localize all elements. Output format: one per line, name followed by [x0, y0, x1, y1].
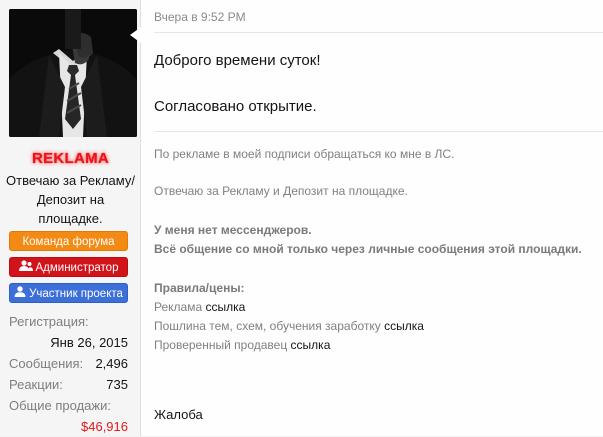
post-content: Вчера в 9:52 PM Доброго времени суток! С… [141, 0, 603, 436]
sales-value: $46,916 [81, 419, 128, 434]
stat-registration: Регистрация: [9, 311, 131, 332]
user-info-panel: REKLAMA Отвечаю за Рекламу/ Депозит на п… [0, 0, 141, 436]
header-divider [154, 32, 603, 33]
forum-post: REKLAMA Отвечаю за Рекламу/ Депозит на п… [0, 0, 603, 436]
signature-line-1: По рекламе в моей подписи обращаться ко … [154, 147, 455, 161]
stat-messages: Сообщения: 2,496 [9, 353, 131, 374]
signature-rules-title: Правила/цены: [154, 281, 245, 295]
seller-link[interactable]: ссылка [291, 338, 331, 352]
ads-text: Реклама [154, 300, 203, 314]
stat-reactions: Реакции: 735 [9, 374, 131, 395]
member-label: Участник проекта [29, 288, 123, 301]
report-link[interactable]: Жалоба [154, 407, 203, 422]
sales-label: Общие продажи: [9, 398, 111, 413]
message-text-line-1: Доброго времени суток! [154, 52, 321, 69]
stat-registration-value-row: Янв 26, 2015 [9, 332, 131, 353]
fee-link[interactable]: ссылка [384, 319, 424, 333]
member-banner: Участник проекта [9, 283, 128, 303]
user-icon [14, 284, 26, 304]
stat-sales-value-row: $46,916 [9, 416, 131, 437]
registration-label: Регистрация: [9, 314, 89, 329]
stat-sales: Общие продажи: [9, 395, 131, 416]
signature-line-2: Отвечаю за Рекламу и Депозит на площадке… [154, 184, 408, 198]
signature-seller-line: Проверенный продавец ссылка [154, 336, 330, 355]
post-pointer-arrow [130, 27, 141, 43]
signature-divider [154, 131, 603, 132]
post-timestamp[interactable]: Вчера в 9:52 PM [154, 10, 246, 24]
ads-link[interactable]: ссылка [205, 300, 245, 314]
signature-bold-2: Всё общение со мной только через личные … [154, 242, 582, 256]
suit-man-avatar-icon [9, 9, 137, 137]
fee-text: Пошлина тем, схем, обучения заработку [154, 319, 381, 333]
administrator-banner: Администратор [9, 257, 128, 277]
messages-value[interactable]: 2,496 [95, 353, 128, 374]
reactions-value: 735 [106, 377, 128, 392]
administrator-label: Администратор [35, 262, 119, 275]
signature-ads-line: Реклама ссылка [154, 298, 245, 317]
reactions-label: Реакции: [9, 377, 63, 392]
user-stats: Регистрация: Янв 26, 2015 Сообщения: 2,4… [9, 311, 131, 437]
username[interactable]: REKLAMA [0, 150, 141, 167]
forum-team-label: Команда форума [22, 236, 115, 248]
messages-label: Сообщения: [9, 356, 84, 371]
forum-team-banner: Команда форума [9, 231, 128, 251]
user-title: Отвечаю за Рекламу/ Депозит на площадке. [6, 173, 135, 226]
seller-text: Проверенный продавец [154, 338, 288, 352]
users-icon [18, 258, 33, 278]
signature-bold-1: У меня нет мессенджеров. [154, 223, 312, 237]
user-avatar[interactable] [9, 9, 137, 137]
message-text-line-2: Согласовано открытие. [154, 98, 317, 115]
registration-value: Янв 26, 2015 [50, 335, 128, 350]
signature-fee-line: Пошлина тем, схем, обучения заработку сс… [154, 317, 424, 336]
